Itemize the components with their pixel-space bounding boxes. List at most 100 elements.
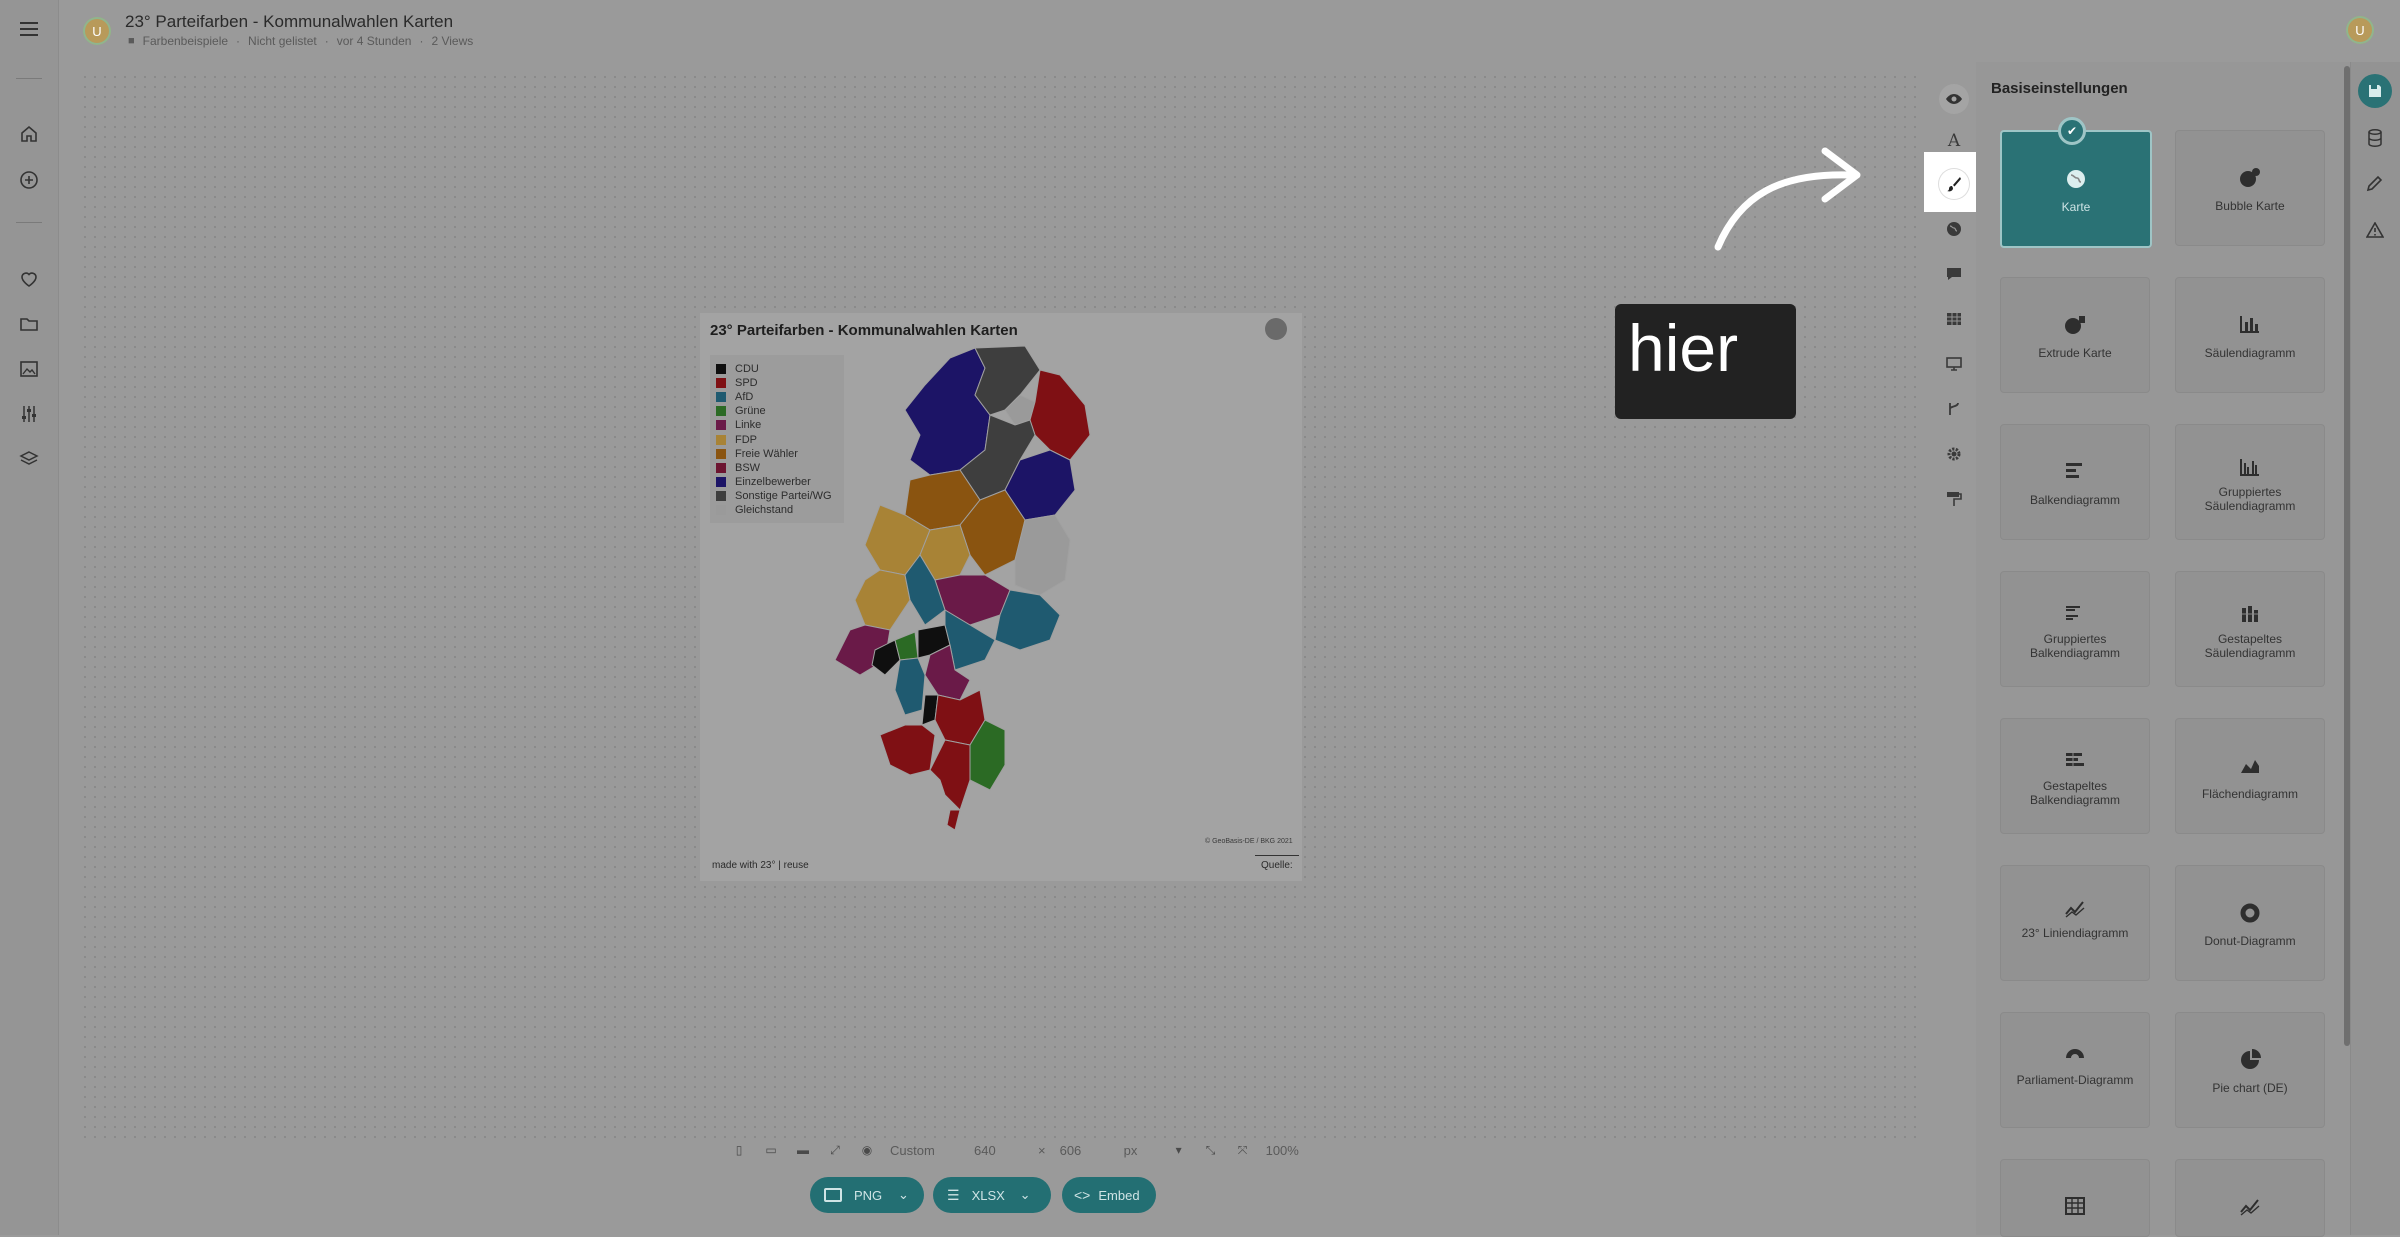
chart-type-tile[interactable]: Donut-Diagramm bbox=[2175, 865, 2325, 981]
chart-type-tile[interactable]: Säulendiagramm bbox=[2175, 277, 2325, 393]
legend-label: Freie Wähler bbox=[735, 447, 798, 460]
chart-type-tile[interactable]: Gestapeltes Balkendiagramm bbox=[2000, 718, 2150, 834]
eye-icon[interactable] bbox=[1939, 84, 1969, 114]
database-icon: ☰ bbox=[947, 1186, 960, 1203]
chart-type-tile[interactable]: Karte bbox=[2000, 130, 2152, 248]
map-region[interactable] bbox=[894, 657, 926, 716]
zoom-icon[interactable]: ⤧ bbox=[1234, 1141, 1252, 1159]
document-meta: ■ Farbenbeispiele · Nicht gelistet · vor… bbox=[128, 34, 473, 48]
map-region[interactable] bbox=[1029, 369, 1091, 461]
branch-icon[interactable] bbox=[1942, 397, 1966, 421]
chart-type-tile[interactable]: Gestapeltes Säulendiagramm bbox=[2175, 571, 2325, 687]
view-count: 2 Views bbox=[431, 34, 474, 48]
meta-dot: · bbox=[236, 34, 241, 48]
heart-icon[interactable] bbox=[17, 267, 41, 291]
size-preset[interactable]: Custom bbox=[890, 1143, 960, 1158]
chart-type-label: Gruppiertes Balkendiagramm bbox=[2029, 632, 2121, 660]
panel-title: Basiseinstellungen bbox=[1991, 80, 2128, 97]
map-region[interactable] bbox=[929, 739, 971, 811]
line-chart-icon bbox=[2176, 1196, 2324, 1216]
map-region[interactable] bbox=[894, 631, 919, 661]
monitor-icon[interactable] bbox=[1942, 352, 1966, 376]
chevron-down-icon[interactable]: ▾ bbox=[1170, 1141, 1188, 1159]
fullscreen-icon[interactable]: ⤢ bbox=[826, 1141, 844, 1159]
embed-button[interactable]: <> Embed bbox=[1062, 1177, 1156, 1213]
image-icon[interactable] bbox=[17, 357, 41, 381]
export-xlsx-button[interactable]: ☰ XLSX ⌄ bbox=[933, 1177, 1051, 1213]
chart-type-tile[interactable]: 23° Liniendiagramm bbox=[2000, 865, 2150, 981]
legend-swatch bbox=[716, 420, 726, 431]
chart-type-label: Gruppiertes Säulendiagramm bbox=[2204, 485, 2296, 513]
chevron-down-icon[interactable]: ⌄ bbox=[898, 1187, 909, 1203]
legend-label: FDP bbox=[735, 433, 757, 446]
map-region[interactable] bbox=[1014, 514, 1071, 596]
chart-footer-left: made with 23° | reuse bbox=[712, 860, 809, 871]
home-icon[interactable] bbox=[17, 122, 41, 146]
chevron-down-icon[interactable]: ⌄ bbox=[1020, 1187, 1031, 1203]
user-avatar[interactable]: U bbox=[2346, 16, 2374, 44]
pencil-icon[interactable] bbox=[2363, 171, 2387, 195]
chart-type-tile[interactable]: Bubble Karte bbox=[2175, 130, 2325, 246]
brush-icon[interactable] bbox=[1939, 169, 1969, 199]
legend-swatch bbox=[716, 406, 726, 417]
chart-type-tile[interactable] bbox=[2175, 1159, 2325, 1237]
height-input[interactable]: 606 bbox=[1060, 1143, 1110, 1158]
legend-item: Freie Wähler bbox=[716, 447, 798, 461]
zoom-level[interactable]: 100% bbox=[1266, 1143, 1299, 1158]
map-region[interactable] bbox=[854, 569, 911, 631]
legend-item: Linke bbox=[716, 418, 761, 432]
bubble-globe-icon bbox=[2176, 167, 2324, 189]
unit-select[interactable]: px bbox=[1124, 1143, 1156, 1158]
laptop-size-icon[interactable]: ▬ bbox=[794, 1141, 812, 1159]
legend-swatch bbox=[716, 476, 726, 487]
embed-label: Embed bbox=[1098, 1187, 1140, 1203]
layers-icon[interactable] bbox=[17, 447, 41, 471]
chart-type-tile[interactable]: Gruppiertes Säulendiagramm bbox=[2175, 424, 2325, 540]
legend-swatch bbox=[716, 448, 726, 459]
legend-label: Linke bbox=[735, 419, 762, 432]
legend-item: SPD bbox=[716, 376, 758, 390]
annotation-text: hier bbox=[1628, 311, 1739, 385]
donut-icon bbox=[2176, 902, 2324, 924]
legend-label: Gleichstand bbox=[735, 504, 794, 516]
chart-type-tile[interactable] bbox=[2000, 1159, 2150, 1237]
chart-type-tile[interactable]: Extrude Karte bbox=[2000, 277, 2150, 393]
menu-icon[interactable] bbox=[17, 17, 41, 41]
document-avatar[interactable]: U bbox=[83, 17, 111, 45]
chart-type-tile[interactable]: Balkendiagramm bbox=[2000, 424, 2150, 540]
export-png-button[interactable]: PNG ⌄ bbox=[810, 1177, 924, 1213]
chart-type-label: Gestapeltes Säulendiagramm bbox=[2204, 632, 2296, 660]
modified-time: vor 4 Stunden bbox=[336, 34, 412, 48]
database-icon[interactable] bbox=[2363, 126, 2387, 150]
table-icon[interactable] bbox=[1942, 307, 1966, 331]
gear-icon[interactable] bbox=[1942, 442, 1966, 466]
map-region[interactable] bbox=[946, 809, 961, 831]
folder-icon: ■ bbox=[128, 35, 135, 47]
folder-icon[interactable] bbox=[17, 312, 41, 336]
chart-type-tile[interactable]: Pie chart (DE) bbox=[2175, 1012, 2325, 1128]
sliders-icon[interactable] bbox=[17, 402, 41, 426]
add-circle-icon[interactable] bbox=[17, 168, 41, 192]
phone-size-icon[interactable]: ▯ bbox=[730, 1141, 748, 1159]
folder-name[interactable]: Farbenbeispiele bbox=[143, 34, 228, 48]
legend-item: Gleichstand bbox=[716, 503, 793, 517]
chart-type-tile[interactable]: Flächendiagramm bbox=[2175, 718, 2325, 834]
save-icon[interactable] bbox=[2358, 74, 2392, 108]
comment-icon[interactable] bbox=[1942, 262, 1966, 286]
text-icon[interactable]: A bbox=[1942, 129, 1966, 153]
paint-roller-icon[interactable] bbox=[1942, 487, 1966, 511]
chart-type-label: Flächendiagramm bbox=[2201, 787, 2299, 801]
line-chart-icon bbox=[2001, 898, 2149, 918]
fit-icon[interactable]: ⤡ bbox=[1202, 1141, 1220, 1159]
warning-icon[interactable] bbox=[2363, 218, 2387, 242]
extrude-globe-icon bbox=[2001, 314, 2149, 336]
column-chart-icon bbox=[2176, 314, 2324, 334]
chart-type-tile[interactable]: Gruppiertes Balkendiagramm bbox=[2000, 571, 2150, 687]
legend-label: Einzelbewerber bbox=[735, 475, 811, 488]
globe-icon[interactable] bbox=[1942, 217, 1966, 241]
bar-chart-icon bbox=[2001, 461, 2149, 481]
map-region[interactable] bbox=[879, 724, 936, 776]
tablet-size-icon[interactable]: ▭ bbox=[762, 1141, 780, 1159]
width-input[interactable]: 640 bbox=[974, 1143, 1024, 1158]
chart-type-tile[interactable]: Parliament-Diagramm bbox=[2000, 1012, 2150, 1128]
